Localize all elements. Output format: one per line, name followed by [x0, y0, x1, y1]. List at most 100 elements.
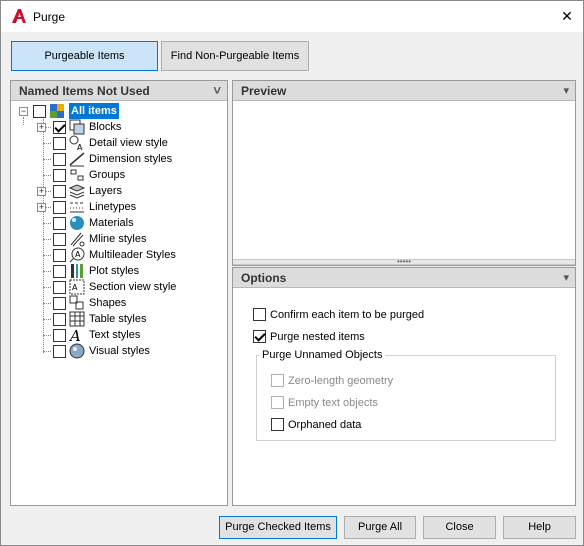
tree-line: [43, 287, 51, 288]
dimension-icon: [69, 152, 85, 167]
dimension-styles-checkbox[interactable]: [53, 153, 66, 166]
tree-item-mline-styles[interactable]: Mline styles: [11, 231, 227, 247]
blocks-icon: [69, 119, 85, 135]
detail-view-style-checkbox[interactable]: [53, 137, 66, 150]
shapes-checkbox[interactable]: [53, 297, 66, 310]
empty-text-objects-label: Empty text objects: [288, 397, 378, 409]
collapse-chevron-icon[interactable]: ˅: [213, 81, 221, 101]
close-window-button[interactable]: ✕: [555, 5, 579, 27]
text-styles-label: Text styles: [89, 329, 141, 341]
preview-collapse-icon[interactable]: ▾: [563, 81, 569, 101]
panel-splitter[interactable]: •••••: [233, 258, 575, 266]
window-title: Purge: [33, 10, 66, 24]
tree-item-detail-view-style[interactable]: A Detail view style: [11, 135, 227, 151]
materials-label: Materials: [89, 217, 134, 229]
tree-item-plot-styles[interactable]: Plot styles: [11, 263, 227, 279]
materials-checkbox[interactable]: [53, 217, 66, 230]
expand-icon[interactable]: +: [37, 123, 46, 132]
materials-icon: [70, 216, 84, 230]
orphaned-data-checkbox[interactable]: [271, 418, 284, 431]
options-panel: Options ▾ Confirm each item to be purged…: [232, 267, 576, 506]
collapse-icon[interactable]: −: [19, 107, 28, 116]
layers-checkbox[interactable]: [53, 185, 66, 198]
tree-item-blocks[interactable]: + Blocks: [11, 119, 227, 135]
zero-length-geometry-checkbox[interactable]: [271, 374, 284, 387]
multileader-icon: A: [69, 247, 85, 263]
text-styles-checkbox[interactable]: [53, 329, 66, 342]
section-view-style-checkbox[interactable]: [53, 281, 66, 294]
all-items-checkbox[interactable]: [33, 105, 46, 118]
svg-text:A: A: [77, 143, 83, 151]
tree-line: [43, 239, 51, 240]
plot-styles-checkbox[interactable]: [53, 265, 66, 278]
tree-item-materials[interactable]: Materials: [11, 215, 227, 231]
tree-item-visual-styles[interactable]: Visual styles: [11, 343, 227, 359]
confirm-each-item-label: Confirm each item to be purged: [270, 309, 425, 321]
blocks-checkbox[interactable]: [53, 121, 66, 134]
all-items-label: All items: [69, 103, 119, 119]
linetypes-label: Linetypes: [89, 201, 137, 213]
tree-item-multileader-styles[interactable]: A Multileader Styles: [11, 247, 227, 263]
purge-nested-items-checkbox[interactable]: [253, 330, 266, 343]
linetypes-checkbox[interactable]: [53, 201, 66, 214]
tree-line: [43, 175, 51, 176]
tab-find-non-purgeable-items[interactable]: Find Non-Purgeable Items: [161, 41, 309, 71]
purge-all-button[interactable]: Purge All: [344, 516, 416, 539]
table-styles-icon: [69, 311, 85, 327]
tree-line: [43, 143, 51, 144]
preview-header: Preview ▾: [233, 81, 575, 101]
tree-line: [43, 223, 51, 224]
purge-nested-items-label: Purge nested items: [270, 331, 365, 343]
all-items-icon: [50, 104, 64, 118]
help-button[interactable]: Help: [503, 516, 576, 539]
section-view-icon: A: [69, 279, 85, 295]
orphaned-data-label: Orphaned data: [288, 419, 362, 431]
empty-text-objects-checkbox[interactable]: [271, 396, 284, 409]
tree-line: [43, 159, 51, 160]
tab-purgeable-items[interactable]: Purgeable Items: [11, 41, 158, 71]
table-styles-label: Table styles: [89, 313, 147, 325]
detail-view-style-label: Detail view style: [89, 137, 168, 149]
mline-styles-checkbox[interactable]: [53, 233, 66, 246]
tree-line: [43, 255, 51, 256]
purge-unnamed-objects-title: Purge Unnamed Objects: [259, 349, 386, 361]
confirm-each-item-checkbox[interactable]: [253, 308, 266, 321]
expand-icon[interactable]: +: [37, 187, 46, 196]
tree-item-section-view-style[interactable]: A Section view style: [11, 279, 227, 295]
mline-styles-label: Mline styles: [89, 233, 147, 245]
purge-dialog: Purge ✕ Purgeable Items Find Non-Purgeab…: [0, 0, 584, 546]
tree-item-linetypes[interactable]: + Linetypes: [11, 199, 227, 215]
svg-text:A: A: [75, 250, 81, 259]
table-styles-checkbox[interactable]: [53, 313, 66, 326]
zero-length-geometry-label: Zero-length geometry: [288, 375, 394, 387]
visual-styles-icon: [69, 343, 85, 359]
tree-item-shapes[interactable]: Shapes: [11, 295, 227, 311]
purge-checked-items-button[interactable]: Purge Checked Items: [219, 516, 337, 539]
visual-styles-checkbox[interactable]: [53, 345, 66, 358]
tree-line: [43, 335, 51, 336]
groups-checkbox[interactable]: [53, 169, 66, 182]
blocks-label: Blocks: [89, 121, 122, 133]
tree-item-dimension-styles[interactable]: Dimension styles: [11, 151, 227, 167]
options-title: Options: [241, 271, 287, 285]
options-collapse-icon[interactable]: ▾: [563, 268, 569, 288]
mline-icon: [70, 232, 85, 247]
plot-styles-label: Plot styles: [89, 265, 140, 277]
linetypes-icon: [70, 202, 84, 213]
layers-icon: [69, 184, 85, 199]
tree-item-text-styles[interactable]: A Text styles: [11, 327, 227, 343]
plot-styles-icon: [71, 264, 83, 278]
tree-item-groups[interactable]: Groups: [11, 167, 227, 183]
named-items-panel: Named Items Not Used ˅ − All items + Blo…: [10, 80, 228, 506]
tree-root-all-items[interactable]: − All items: [11, 103, 227, 119]
title-bar: Purge ✕: [1, 1, 583, 32]
expand-icon[interactable]: +: [37, 203, 46, 212]
multileader-styles-checkbox[interactable]: [53, 249, 66, 262]
tree-item-layers[interactable]: + Layers: [11, 183, 227, 199]
close-button[interactable]: Close: [423, 516, 496, 539]
preview-panel: Preview ▾ •••••: [232, 80, 576, 266]
tree-item-table-styles[interactable]: Table styles: [11, 311, 227, 327]
tree-line: [43, 303, 51, 304]
shapes-icon: [69, 295, 84, 310]
options-header: Options ▾: [233, 268, 575, 288]
